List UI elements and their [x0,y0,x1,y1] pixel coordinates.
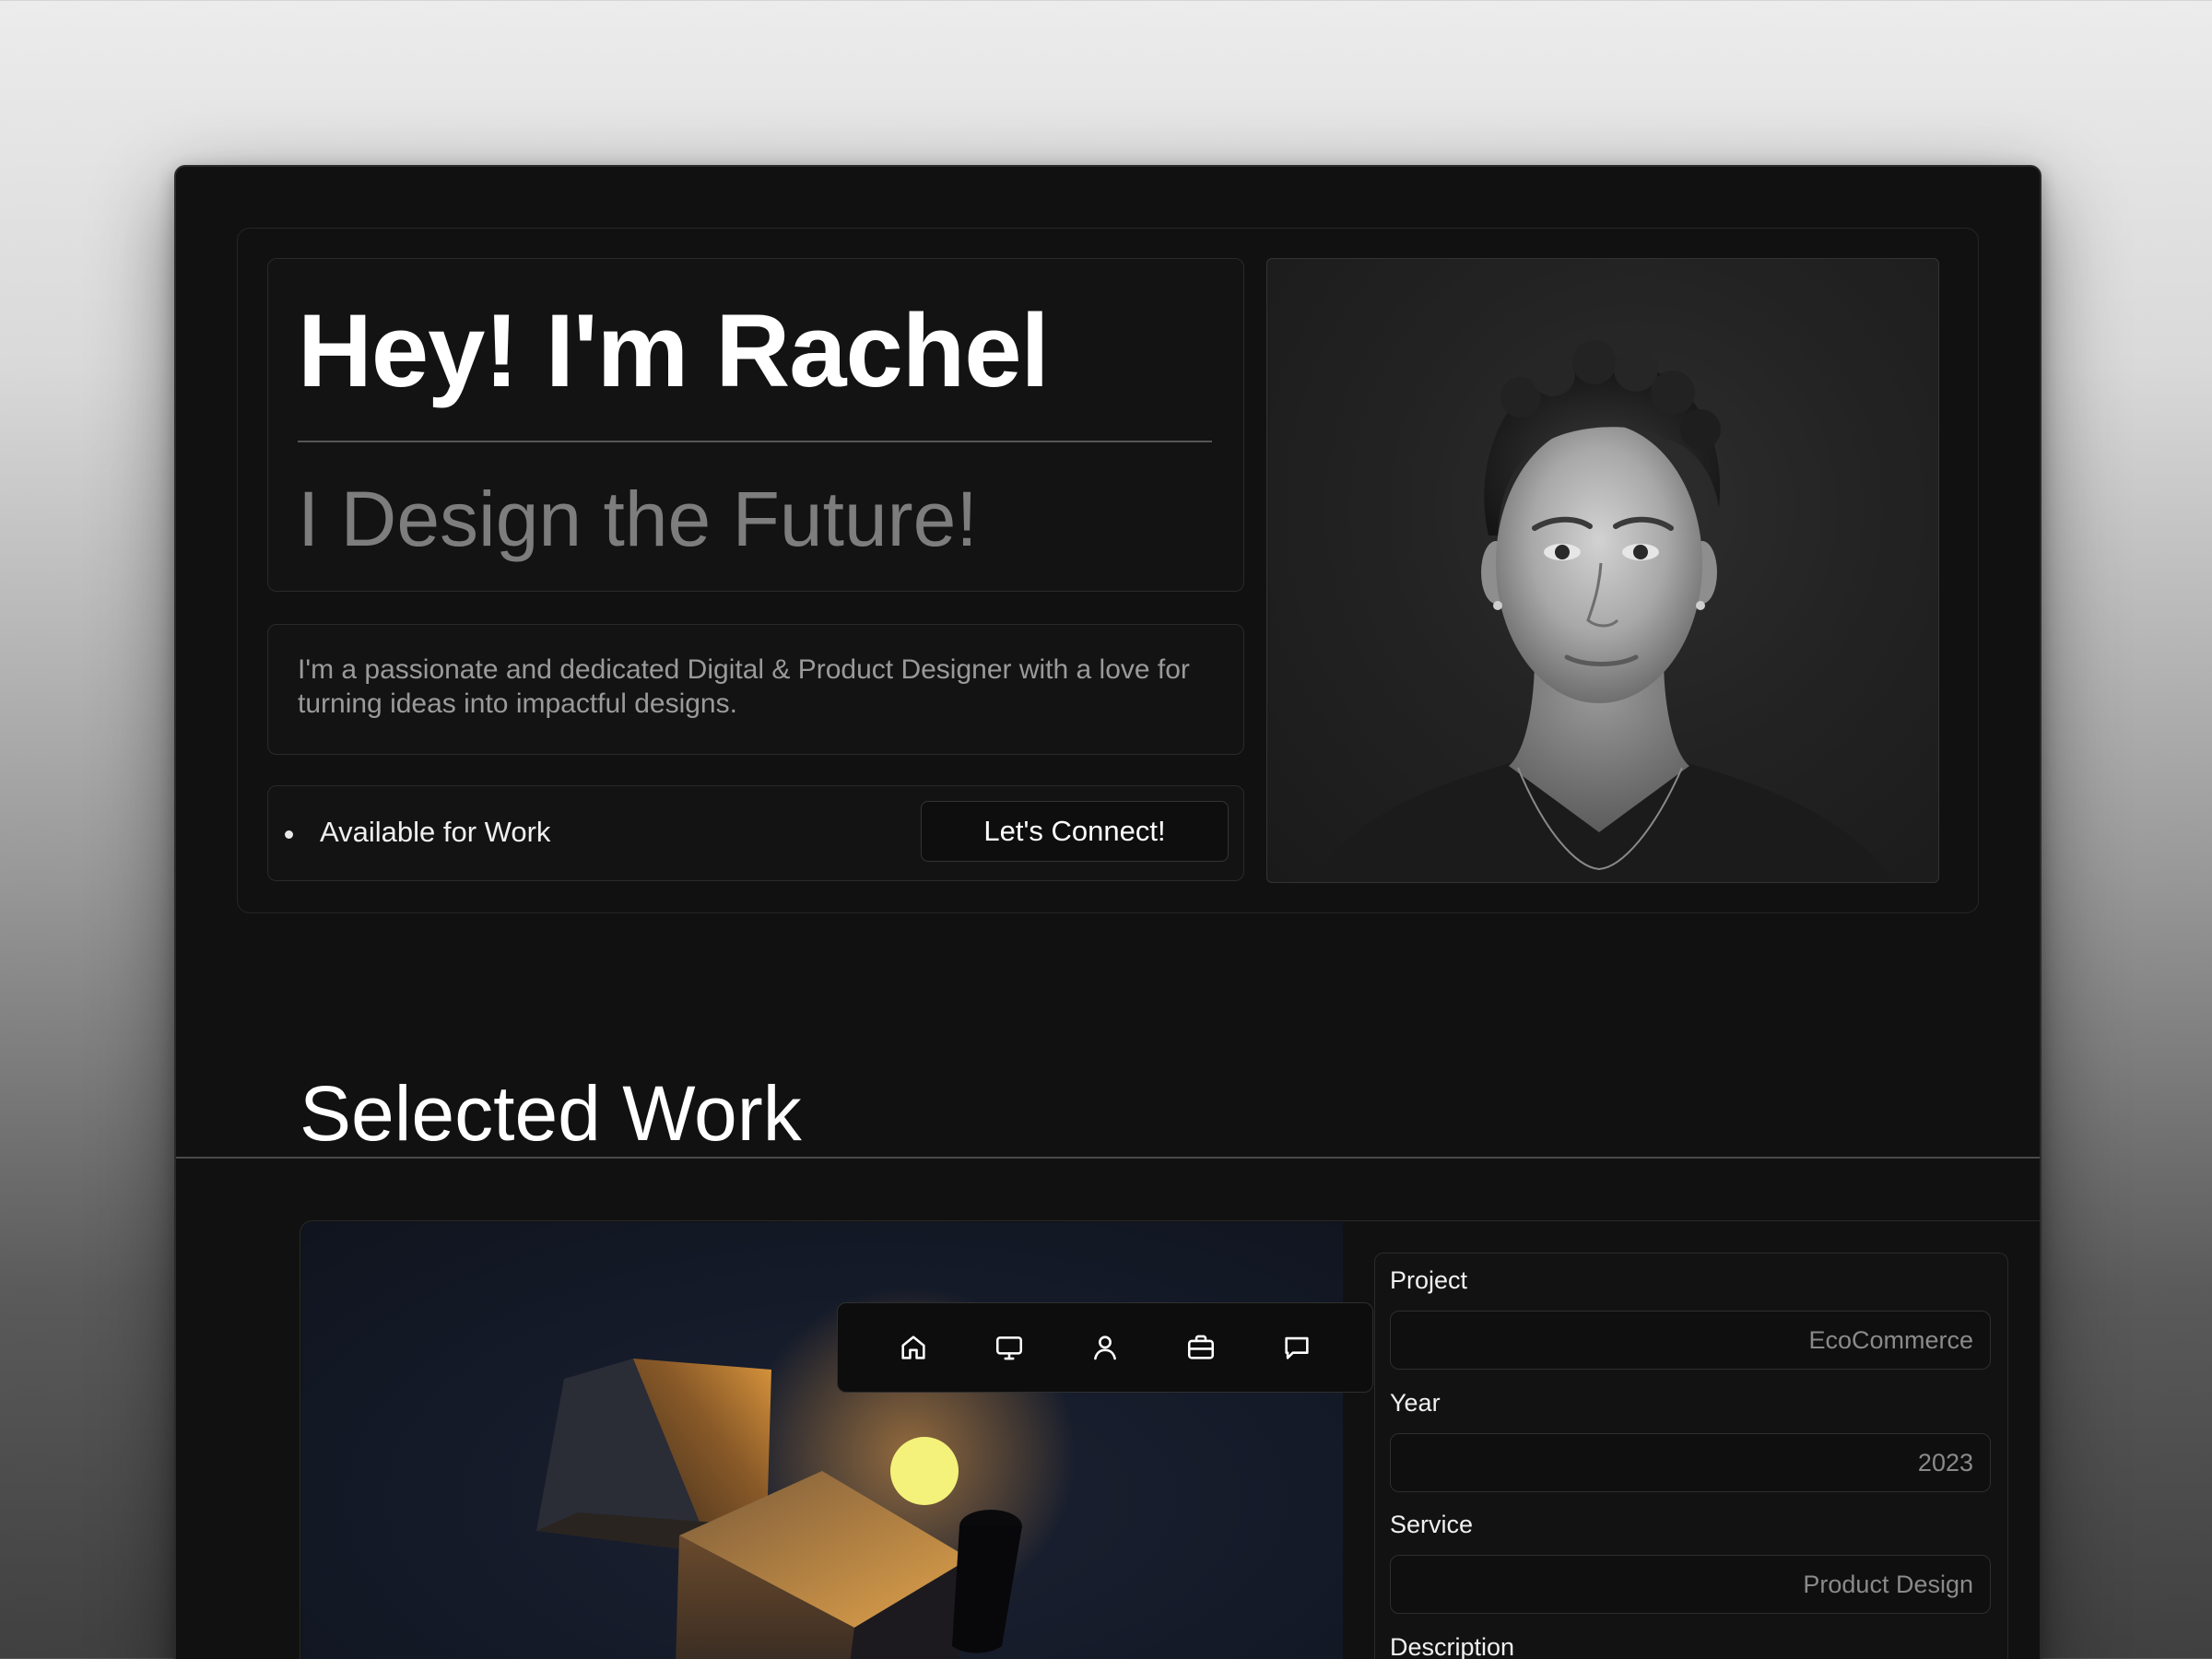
project-value: EcoCommerce [1808,1326,1973,1354]
hero-divider [298,441,1212,442]
project-label: Project [1390,1266,1468,1294]
browser-window: Hey! I'm Rachel I Design the Future! I'm… [174,165,2041,1659]
nav-contact[interactable] [1269,1320,1324,1375]
hero-description-card: I'm a passionate and dedicated Digital &… [267,624,1244,755]
briefcase-icon [1187,1335,1215,1359]
hero-subtitle: I Design the Future! [298,476,978,562]
home-icon [901,1335,925,1359]
selected-work-title: Selected Work [300,1070,802,1157]
hero-title: Hey! I'm Rachel [298,293,1050,408]
monitor-icon [995,1336,1023,1360]
section-divider [176,1157,2040,1159]
year-field: 2023 [1390,1433,1991,1492]
description-label: Description [1390,1633,1515,1659]
project-details-panel: Project EcoCommerce Year 2023 Service Pr… [1374,1253,2008,1659]
user-icon [1094,1335,1116,1360]
project-field: EcoCommerce [1390,1311,1991,1370]
availability-status: Available for Work [320,816,551,848]
lets-connect-button[interactable]: Let's Connect! [921,801,1229,862]
nav-work[interactable] [982,1320,1037,1375]
nav-about[interactable] [1077,1320,1133,1375]
year-label: Year [1390,1389,1441,1417]
project-image[interactable] [301,1222,1343,1659]
floating-nav-bar [837,1302,1373,1393]
hero-title-card: Hey! I'm Rachel I Design the Future! [267,258,1244,592]
year-value: 2023 [1917,1449,1973,1477]
availability-card: Available for Work Let's Connect! [267,785,1244,881]
message-icon [1285,1336,1309,1359]
hero-section: Hey! I'm Rachel I Design the Future! I'm… [237,228,1979,913]
nav-services[interactable] [1173,1320,1229,1375]
hero-description: I'm a passionate and dedicated Digital &… [298,654,1190,719]
status-dot-icon [285,830,293,839]
service-field: Product Design [1390,1555,1991,1614]
service-label: Service [1390,1511,1474,1538]
service-value: Product Design [1803,1571,1973,1598]
profile-photo [1266,258,1939,883]
nav-home[interactable] [886,1320,941,1375]
